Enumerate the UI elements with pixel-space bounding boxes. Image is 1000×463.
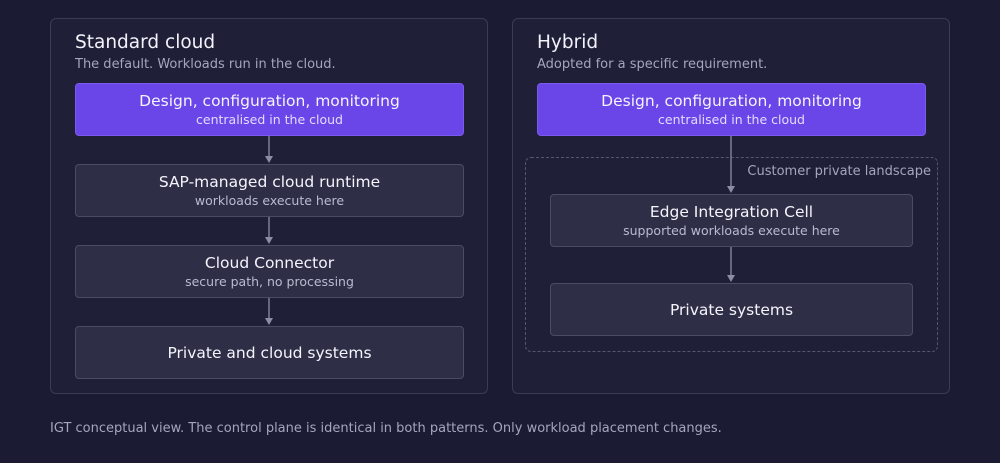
standard-cloud-subtitle: The default. Workloads run in the cloud. [75, 57, 336, 72]
standard-systems-box: Private and cloud systems [75, 326, 464, 379]
box-title: Edge Integration Cell [649, 203, 814, 221]
box-subtitle: workloads execute here [194, 193, 345, 208]
diagram-canvas: Standard cloud The default. Workloads ru… [0, 0, 1000, 463]
box-title: Design, configuration, monitoring [601, 92, 862, 110]
box-subtitle: secure path, no processing [185, 274, 354, 289]
arrow-down-icon [263, 217, 275, 247]
standard-cloud-title: Standard cloud [75, 32, 216, 53]
box-subtitle: centralised in the cloud [658, 112, 805, 127]
standard-control-plane-box: Design, configuration, monitoring centra… [75, 83, 464, 136]
standard-connector-box: Cloud Connector secure path, no processi… [75, 245, 464, 298]
standard-runtime-box: SAP-managed cloud runtime workloads exec… [75, 164, 464, 217]
hybrid-title: Hybrid [537, 32, 599, 53]
arrow-down-icon [263, 298, 275, 328]
hybrid-subtitle: Adopted for a specific requirement. [537, 57, 768, 72]
box-title: Private and cloud systems [167, 343, 372, 362]
box-title: SAP-managed cloud runtime [158, 173, 381, 191]
footer-caption: IGT conceptual view. The control plane i… [50, 421, 722, 436]
arrow-down-icon [725, 247, 737, 283]
private-systems-box: Private systems [550, 283, 913, 336]
box-title: Design, configuration, monitoring [139, 92, 400, 110]
box-title: Cloud Connector [204, 254, 335, 272]
box-subtitle: centralised in the cloud [196, 112, 343, 127]
box-title: Private systems [669, 300, 794, 319]
arrow-down-icon [263, 136, 275, 166]
arrow-down-icon [725, 136, 737, 194]
box-subtitle: supported workloads execute here [623, 223, 840, 238]
standard-cloud-panel: Standard cloud The default. Workloads ru… [50, 18, 488, 394]
hybrid-panel: Hybrid Adopted for a specific requiremen… [512, 18, 950, 394]
edge-integration-cell-box: Edge Integration Cell supported workload… [550, 194, 913, 247]
hybrid-control-plane-box: Design, configuration, monitoring centra… [537, 83, 926, 136]
customer-landscape-label: Customer private landscape [747, 164, 931, 179]
